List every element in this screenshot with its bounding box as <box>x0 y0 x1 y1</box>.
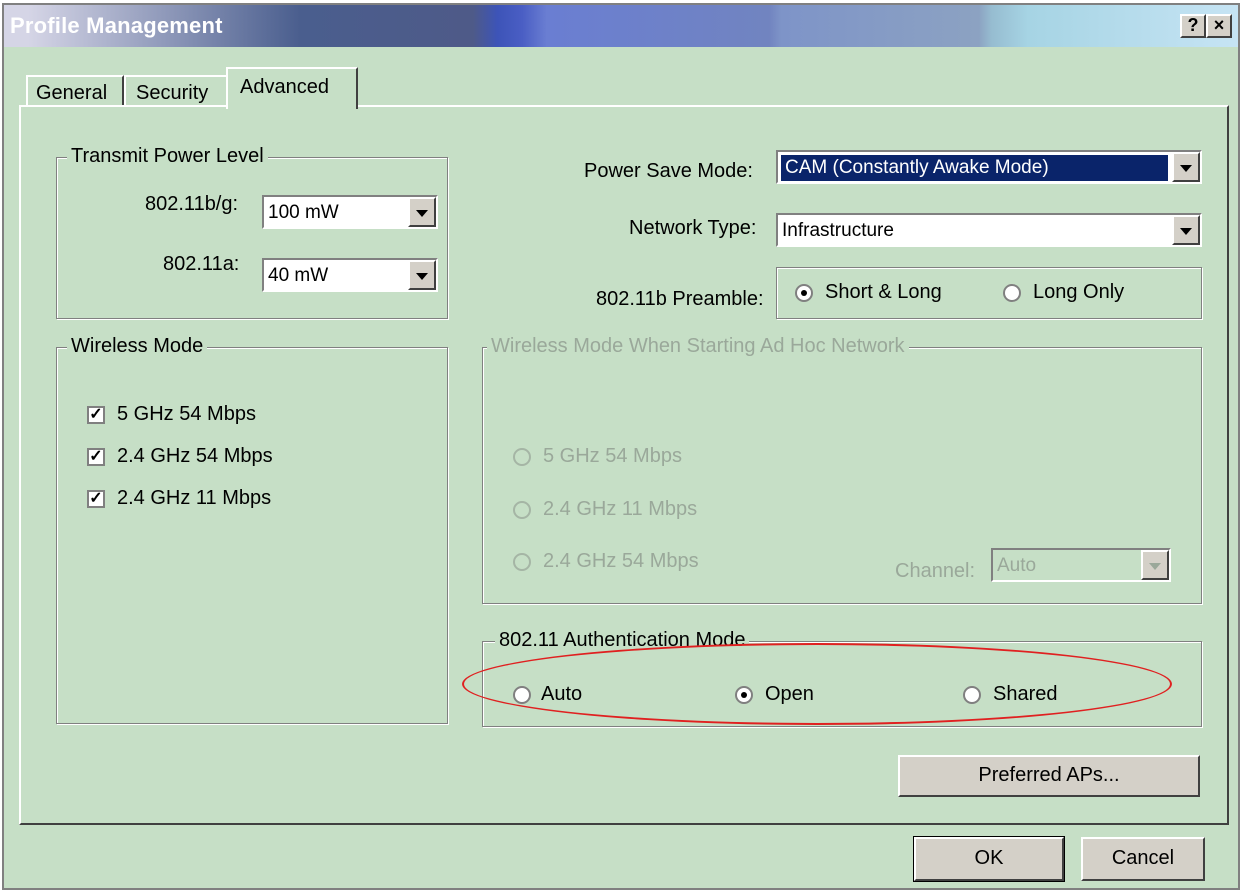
title-bar[interactable]: Profile Management ? × <box>4 5 1238 47</box>
chevron-down-icon[interactable] <box>1141 550 1169 580</box>
checkbox-label: 2.4 GHz 54 Mbps <box>117 445 273 467</box>
chevron-down-icon[interactable] <box>408 197 436 227</box>
channel-select[interactable]: Auto <box>991 548 1171 582</box>
cancel-button[interactable]: Cancel <box>1081 837 1205 881</box>
network-type-select[interactable]: Infrastructure <box>776 213 1202 247</box>
radio-label: Open <box>765 683 814 705</box>
auth-mode-label: 802.11 Authentication Mode <box>495 629 750 652</box>
transmit-power-label: Transmit Power Level <box>67 145 268 168</box>
tab-advanced[interactable]: Advanced <box>226 67 358 109</box>
radio-label: 2.4 GHz 11 Mbps <box>543 498 698 520</box>
ok-button[interactable]: OK <box>913 836 1065 882</box>
radio-long-only[interactable] <box>1003 284 1021 302</box>
power-save-select[interactable]: CAM (Constantly Awake Mode) <box>776 150 1202 184</box>
checkbox-label: 5 GHz 54 Mbps <box>117 403 256 425</box>
network-type-label: Network Type: <box>629 217 757 239</box>
preamble-group: Short & Long Long Only <box>776 267 1202 319</box>
radio-label: Short & Long <box>825 281 942 303</box>
help-button[interactable]: ? <box>1180 14 1206 38</box>
a-power-select[interactable]: 40 mW <box>262 258 438 292</box>
radio-label: 2.4 GHz 54 Mbps <box>543 550 699 572</box>
window-title: Profile Management <box>10 13 223 38</box>
wireless-mode-label: Wireless Mode <box>67 335 208 358</box>
checkbox-24ghz-54[interactable]: ✓ <box>87 448 105 466</box>
wireless-mode-group: Wireless Mode ✓ 5 GHz 54 Mbps ✓ 2.4 GHz … <box>56 335 448 724</box>
radio-adhoc-5ghz-54[interactable] <box>513 448 531 466</box>
close-button[interactable]: × <box>1206 14 1232 38</box>
channel-label: Channel: <box>895 560 976 582</box>
radio-label: Shared <box>993 683 1058 705</box>
chevron-down-icon[interactable] <box>1172 152 1200 182</box>
chevron-down-icon[interactable] <box>1172 215 1200 245</box>
radio-auth-shared[interactable] <box>963 686 981 704</box>
radio-label: Auto <box>541 683 583 705</box>
radio-auth-auto[interactable] <box>513 686 531 704</box>
radio-label: Long Only <box>1033 281 1125 303</box>
preferred-aps-button[interactable]: Preferred APs... <box>898 755 1200 797</box>
power-save-label: Power Save Mode: <box>584 160 753 182</box>
adhoc-mode-label: Wireless Mode When Starting Ad Hoc Netwo… <box>487 335 909 358</box>
radio-label: 5 GHz 54 Mbps <box>543 445 682 467</box>
bg-label: 802.11b/g: <box>145 193 239 215</box>
bg-power-select[interactable]: 100 mW <box>262 195 438 229</box>
profile-management-window: Profile Management ? × General Security … <box>2 3 1240 890</box>
tab-security[interactable]: Security <box>124 75 228 107</box>
tab-general[interactable]: General <box>26 75 124 107</box>
radio-auth-open[interactable] <box>735 686 753 704</box>
checkbox-5ghz-54[interactable]: ✓ <box>87 406 105 424</box>
radio-adhoc-24ghz-11[interactable] <box>513 501 531 519</box>
transmit-power-group: Transmit Power Level 802.11b/g: 100 mW 8… <box>56 145 448 319</box>
adhoc-mode-group: Wireless Mode When Starting Ad Hoc Netwo… <box>482 335 1202 604</box>
auth-mode-group: 802.11 Authentication Mode Auto Open Sha… <box>482 629 1202 727</box>
checkbox-label: 2.4 GHz 11 Mbps <box>117 487 272 509</box>
radio-short-long[interactable] <box>795 284 813 302</box>
chevron-down-icon[interactable] <box>408 260 436 290</box>
preamble-label: 802.11b Preamble: <box>596 288 764 310</box>
radio-adhoc-24ghz-54[interactable] <box>513 553 531 571</box>
a-label: 802.11a: <box>163 253 240 275</box>
checkbox-24ghz-11[interactable]: ✓ <box>87 490 105 508</box>
